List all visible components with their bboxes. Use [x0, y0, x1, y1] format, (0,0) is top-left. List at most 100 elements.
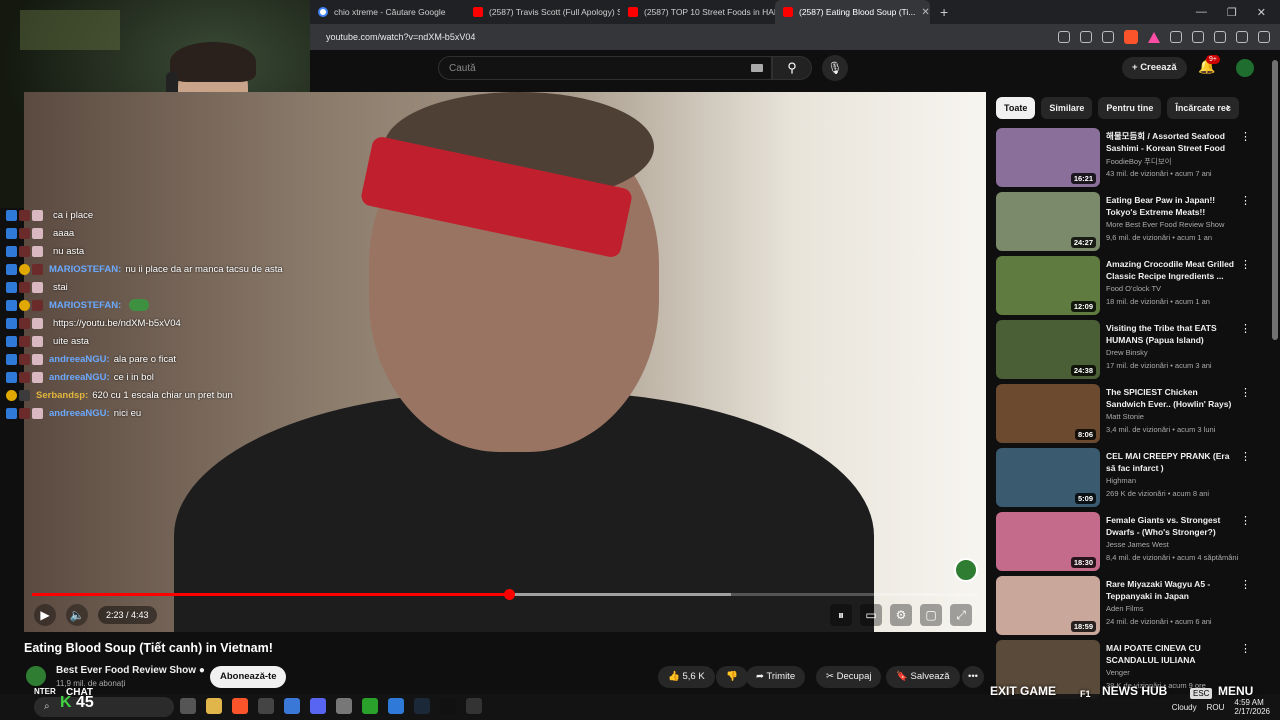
chevron-right-icon[interactable]: ›: [1226, 100, 1230, 114]
cast-icon[interactable]: [1080, 31, 1092, 43]
maximize-icon[interactable]: ❐: [1227, 6, 1237, 19]
brave-shield-icon[interactable]: [1124, 30, 1138, 44]
avatar[interactable]: [1236, 59, 1254, 77]
more-vert-icon[interactable]: ⋮: [1240, 514, 1251, 527]
video-thumbnail[interactable]: 24:27: [996, 192, 1100, 251]
recommendation-channel[interactable]: Food O'clock TV: [1106, 284, 1161, 293]
microphone-icon[interactable]: 🎙: [822, 55, 848, 81]
subtitles-icon[interactable]: ▭: [860, 604, 882, 626]
sidebar-icon[interactable]: [1236, 31, 1248, 43]
taskbar-search[interactable]: ⌕: [34, 697, 174, 717]
wallet-icon[interactable]: [1192, 31, 1204, 43]
chat-username[interactable]: MARIOSTEFAN:: [49, 300, 121, 311]
fullscreen-icon[interactable]: ⤢: [950, 604, 972, 626]
xbox-icon[interactable]: [362, 698, 378, 714]
recommendation-channel[interactable]: Matt Stonie: [1106, 412, 1144, 421]
app-icon[interactable]: [388, 698, 404, 714]
settings-icon[interactable]: ⚙: [890, 604, 912, 626]
steam-icon[interactable]: [414, 698, 430, 714]
recommendation-title[interactable]: The SPICIEST Chicken Sandwich Ever.. (Ho…: [1106, 386, 1234, 410]
menu-icon[interactable]: [1258, 31, 1270, 43]
recommendation-title[interactable]: 해물모듬회 / Assorted Seafood Sashimi - Korea…: [1106, 130, 1234, 154]
recommendation-title[interactable]: Female Giants vs. Strongest Dwarfs - (Wh…: [1106, 514, 1234, 538]
clip-button[interactable]: ✂ Decupaj: [816, 666, 882, 688]
music-icon[interactable]: [1214, 31, 1226, 43]
recommendation-channel[interactable]: Highman: [1106, 476, 1136, 485]
recommendation-item[interactable]: 24:27 Eating Bear Paw in Japan!! Tokyo's …: [996, 192, 1256, 256]
video-thumbnail[interactable]: 12:09: [996, 256, 1100, 315]
recommendation-channel[interactable]: FoodieBoy 푸디보이: [1106, 156, 1172, 167]
new-tab-button[interactable]: +: [930, 4, 958, 20]
recommendation-channel[interactable]: Jesse James West: [1106, 540, 1169, 549]
close-window-icon[interactable]: ✕: [1257, 6, 1266, 19]
more-actions-button[interactable]: •••: [962, 666, 984, 688]
tab-google[interactable]: chio xtreme - Căutare Google: [310, 0, 465, 24]
scrollbar-thumb[interactable]: [1272, 60, 1278, 340]
recommendation-title[interactable]: MAI POATE CINEVA CU SCANDALUL IULIANA BE…: [1106, 642, 1234, 666]
store-icon[interactable]: [284, 698, 300, 714]
more-vert-icon[interactable]: ⋮: [1240, 130, 1251, 143]
more-vert-icon[interactable]: ⋮: [1240, 322, 1251, 335]
recommendation-item[interactable]: 18:59 Rare Miyazaki Wagyu A5 - Teppanyaki…: [996, 576, 1256, 640]
more-vert-icon[interactable]: ⋮: [1240, 450, 1251, 463]
app-icon[interactable]: [336, 698, 352, 714]
subscribe-button[interactable]: Abonează-te: [210, 666, 287, 688]
app-icon[interactable]: [466, 698, 482, 714]
video-thumbnail[interactable]: 8:06: [996, 384, 1100, 443]
progress-bar[interactable]: [32, 589, 977, 600]
recommendation-title[interactable]: Visiting the Tribe that EATS HUMANS (Pap…: [1106, 322, 1234, 346]
app-icon[interactable]: [440, 698, 456, 714]
recommendation-item[interactable]: 12:09 Amazing Crocodile Meat Grilled Clas…: [996, 256, 1256, 320]
recommendation-title[interactable]: Rare Miyazaki Wagyu A5 - Teppanyaki in J…: [1106, 578, 1234, 602]
recommendation-item[interactable]: 16:21 해물모듬회 / Assorted Seafood Sashimi - …: [996, 128, 1256, 192]
close-tab-icon[interactable]: ✕: [921, 7, 929, 18]
app-icon[interactable]: [258, 698, 274, 714]
minimize-icon[interactable]: —: [1196, 6, 1207, 19]
channel-avatar[interactable]: [24, 664, 48, 688]
chat-username[interactable]: andreeaNGU:: [49, 408, 110, 419]
recommendation-title[interactable]: Eating Bear Paw in Japan!! Tokyo's Extre…: [1106, 194, 1234, 218]
video-thumbnail[interactable]: 5:09: [996, 448, 1100, 507]
create-button[interactable]: + Creează: [1122, 57, 1187, 79]
more-vert-icon[interactable]: ⋮: [1240, 258, 1251, 271]
clock[interactable]: 4:59 AM 2/17/2026: [1234, 698, 1270, 716]
video-thumbnail[interactable]: 24:38: [996, 320, 1100, 379]
recommendation-item[interactable]: 8:06 The SPICIEST Chicken Sandwich Ever..…: [996, 384, 1256, 448]
recommendation-item[interactable]: 24:38 Visiting the Tribe that EATS HUMANS…: [996, 320, 1256, 384]
tab-travis[interactable]: (2587) Travis Scott (Full Apology) SH...: [465, 0, 620, 24]
more-vert-icon[interactable]: ⋮: [1240, 642, 1251, 655]
extensions-icon[interactable]: [1170, 31, 1182, 43]
video-thumbnail[interactable]: 18:59: [996, 576, 1100, 635]
chip-all[interactable]: Toate: [996, 97, 1036, 119]
share-button[interactable]: ➦ Trimite: [746, 666, 806, 688]
video-thumbnail[interactable]: 18:30: [996, 512, 1100, 571]
chat-username[interactable]: andreeaNGU:: [49, 354, 110, 365]
channel-watermark[interactable]: [954, 558, 978, 582]
discord-icon[interactable]: [310, 698, 326, 714]
theater-mode-icon[interactable]: ▢: [920, 604, 942, 626]
video-thumbnail[interactable]: 16:21: [996, 128, 1100, 187]
search-icon[interactable]: ⚲: [772, 56, 812, 80]
search-input[interactable]: Caută: [438, 56, 772, 80]
keyboard-icon[interactable]: [751, 64, 763, 72]
autoplay-toggle[interactable]: ⏸: [830, 604, 852, 626]
brave-rewards-icon[interactable]: [1148, 31, 1160, 43]
chat-username[interactable]: Serbandsp:: [36, 390, 88, 401]
more-vert-icon[interactable]: ⋮: [1240, 194, 1251, 207]
play-icon[interactable]: ▶: [34, 604, 56, 626]
translate-icon[interactable]: [1058, 31, 1070, 43]
chat-username[interactable]: andreeaNGU:: [49, 372, 110, 383]
task-view-icon[interactable]: [180, 698, 196, 714]
file-explorer-icon[interactable]: [206, 698, 222, 714]
language-indicator[interactable]: ROU: [1207, 703, 1225, 712]
recommendation-item[interactable]: 18:30 Female Giants vs. Strongest Dwarfs …: [996, 512, 1256, 576]
dislike-button[interactable]: 👎: [716, 666, 748, 688]
more-vert-icon[interactable]: ⋮: [1240, 578, 1251, 591]
like-button[interactable]: 👍 5,6 K: [658, 666, 715, 688]
recommendation-title[interactable]: Amazing Crocodile Meat Grilled Classic R…: [1106, 258, 1234, 282]
recommendation-item[interactable]: 5:09 CEL MAI CREEPY PRANK (Era să fac inf…: [996, 448, 1256, 512]
brave-icon[interactable]: [232, 698, 248, 714]
save-button[interactable]: 🔖 Salvează: [886, 666, 960, 688]
tab-streetfood[interactable]: (2587) TOP 10 Street Foods in HANO...: [620, 0, 775, 24]
channel-name[interactable]: Best Ever Food Review Show ●: [56, 665, 205, 676]
